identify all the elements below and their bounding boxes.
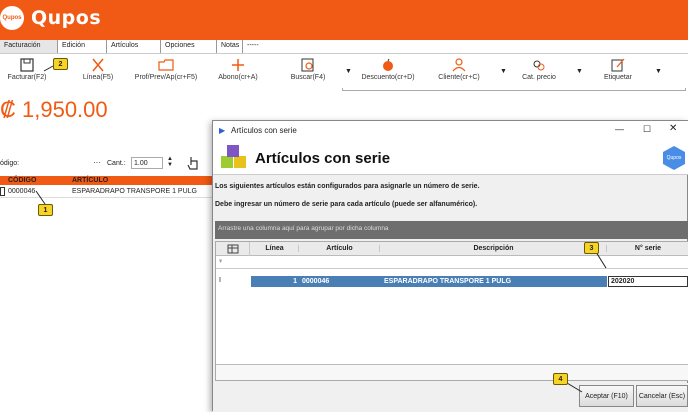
- menu-articulos[interactable]: Artículos: [107, 40, 161, 53]
- dialog-title: Artículos con serie: [255, 150, 391, 167]
- cat-precio-label: Cat. precio: [522, 74, 556, 81]
- save-icon: [20, 58, 34, 72]
- col-articulo-header[interactable]: Artículo: [300, 245, 380, 252]
- facturar-button[interactable]: Facturar(F2): [6, 55, 48, 89]
- callout-1: 1: [38, 204, 53, 216]
- menu-facturacion[interactable]: Facturación: [0, 40, 58, 53]
- spin-icon[interactable]: ▲ ▼: [167, 156, 173, 168]
- col-descripcion-header[interactable]: Descripción: [381, 245, 607, 252]
- app-logo-text: Qupos: [31, 7, 102, 29]
- serie-grid: Línea Artículo Descripción N° serie ♀ I …: [215, 241, 688, 381]
- col-linea-header[interactable]: Línea: [251, 245, 299, 252]
- row-articulo: ESPARADRAPO TRANSPORE 1 PULG: [72, 188, 197, 195]
- app-window-icon: ▶: [219, 126, 226, 135]
- callout-2: 2: [53, 58, 68, 70]
- callout-3: 3: [584, 242, 599, 254]
- buscar-dropdown-icon[interactable]: ▼: [345, 68, 352, 75]
- proforma-label: Prof/Prev/Ap(cr+F5): [134, 74, 198, 81]
- articulos-serie-dialog: ▶ Artículos con serie — ☐ ✕ Artículos co…: [212, 120, 688, 412]
- row-articulo: 0000046: [302, 278, 330, 285]
- buscar-button[interactable]: Buscar(F4): [289, 55, 327, 89]
- row-indicator: [0, 187, 5, 196]
- etiquetar-label: Etiquetar: [603, 74, 633, 81]
- cat-precio-button[interactable]: Cat. precio: [520, 55, 558, 89]
- callout-4: 4: [553, 373, 568, 385]
- minimize-icon[interactable]: —: [615, 124, 624, 134]
- linea-label: Línea(F5): [82, 74, 114, 81]
- close-icon[interactable]: ✕: [669, 123, 677, 134]
- table-row[interactable]: 0000046 ESPARADRAPO TRANSPORE 1 PULG: [0, 186, 215, 198]
- col-serie-header[interactable]: N° serie: [608, 245, 688, 252]
- facturar-label: Facturar(F2): [7, 74, 47, 81]
- etiquetar-dropdown-icon[interactable]: ▼: [655, 68, 662, 75]
- row-descripcion: ESPARADRAPO TRANSPORE 1 PULG: [384, 278, 512, 285]
- aceptar-button[interactable]: Aceptar (F10): [579, 385, 634, 407]
- dialog-window-title: Artículos con serie: [231, 126, 297, 135]
- menu-notas[interactable]: Notas: [217, 40, 243, 53]
- row-indicator: I: [219, 277, 221, 284]
- plus-icon: [232, 59, 244, 71]
- table-row[interactable]: 1 0000046 ESPARADRAPO TRANSPORE 1 PULG: [251, 276, 607, 287]
- column-chooser-icon[interactable]: [216, 242, 250, 256]
- total-amount: ₡ 1,950.00: [0, 97, 108, 122]
- group-by-bar[interactable]: Arrastre una columna aquí para agrupar p…: [215, 221, 688, 239]
- dialog-titlebar: ▶ Artículos con serie — ☐ ✕: [213, 121, 688, 141]
- menu-edicion[interactable]: Edición: [58, 40, 107, 53]
- dialog-footer: Aceptar (F10) Cancelar (Esc): [213, 383, 688, 412]
- toolbar-scroll-indicator: [342, 88, 686, 91]
- dialog-header: Artículos con serie Qupos: [213, 141, 688, 175]
- search-icon: [301, 58, 314, 72]
- filter-icon[interactable]: ♀: [218, 258, 223, 265]
- etiquetar-button[interactable]: Etiquetar: [603, 55, 633, 89]
- col-articulo-header: ARTÍCULO: [72, 177, 109, 184]
- abono-button[interactable]: Abono(cr+A): [217, 55, 259, 89]
- apple-icon: [383, 58, 393, 71]
- menu-bar: Facturación Edición Artículos Opciones N…: [0, 40, 688, 54]
- proforma-button[interactable]: Prof/Prev/Ap(cr+F5): [134, 55, 198, 89]
- row-codigo: 0000046: [8, 188, 36, 195]
- grid-footer: [216, 364, 688, 380]
- app-logo-badge: Qupos: [0, 6, 24, 30]
- col-codigo-header: CÓDIGO: [8, 177, 37, 184]
- descuento-button[interactable]: Descuento(cr+D): [360, 55, 416, 89]
- qupos-logo: Qupos: [663, 146, 685, 170]
- cliente-label: Cliente(cr+C): [438, 74, 480, 81]
- filter-row[interactable]: ♀: [216, 257, 688, 269]
- dialog-message-2: Debe ingresar un número de serie para ca…: [215, 201, 478, 208]
- cliente-button[interactable]: Cliente(cr+C): [436, 55, 482, 89]
- more-icon[interactable]: ···: [93, 158, 101, 167]
- user-icon: [452, 58, 466, 72]
- edit-icon: [611, 58, 625, 72]
- app-header: Qupos Qupos: [0, 0, 688, 40]
- serie-input[interactable]: 202020: [608, 276, 688, 287]
- maximize-icon[interactable]: ☐: [643, 124, 651, 135]
- cantidad-input[interactable]: 1.00: [131, 157, 163, 169]
- abono-label: Abono(cr+A): [218, 74, 258, 81]
- menu-extra[interactable]: -----: [243, 40, 273, 53]
- row-linea: 1: [293, 278, 297, 285]
- codigo-label: ódigo:: [0, 160, 20, 167]
- linea-button[interactable]: Línea(F5): [80, 55, 116, 89]
- cliente-dropdown-icon[interactable]: ▼: [500, 68, 507, 75]
- cat-precio-dropdown-icon[interactable]: ▼: [576, 68, 583, 75]
- dialog-message-1: Los siguientes artículos están configura…: [215, 183, 480, 190]
- hand-pointer-icon[interactable]: [186, 155, 200, 171]
- cancelar-button[interactable]: Cancelar (Esc): [636, 385, 688, 407]
- close-icon: [92, 58, 104, 72]
- coins-icon: [533, 60, 545, 71]
- menu-opciones[interactable]: Opciones: [161, 40, 217, 53]
- cubes-icon: [221, 145, 246, 168]
- descuento-label: Descuento(cr+D): [361, 74, 415, 81]
- toolbar: Facturar(F2) Línea(F5) Prof/Prev/Ap(cr+F…: [0, 55, 688, 91]
- serie-grid-header: Línea Artículo Descripción N° serie: [216, 242, 688, 256]
- folder-icon: [158, 59, 174, 71]
- main-grid-header: CÓDIGO ARTÍCULO: [0, 176, 215, 185]
- buscar-label: Buscar(F4): [290, 74, 326, 81]
- cantidad-label: Cant.:: [107, 160, 126, 167]
